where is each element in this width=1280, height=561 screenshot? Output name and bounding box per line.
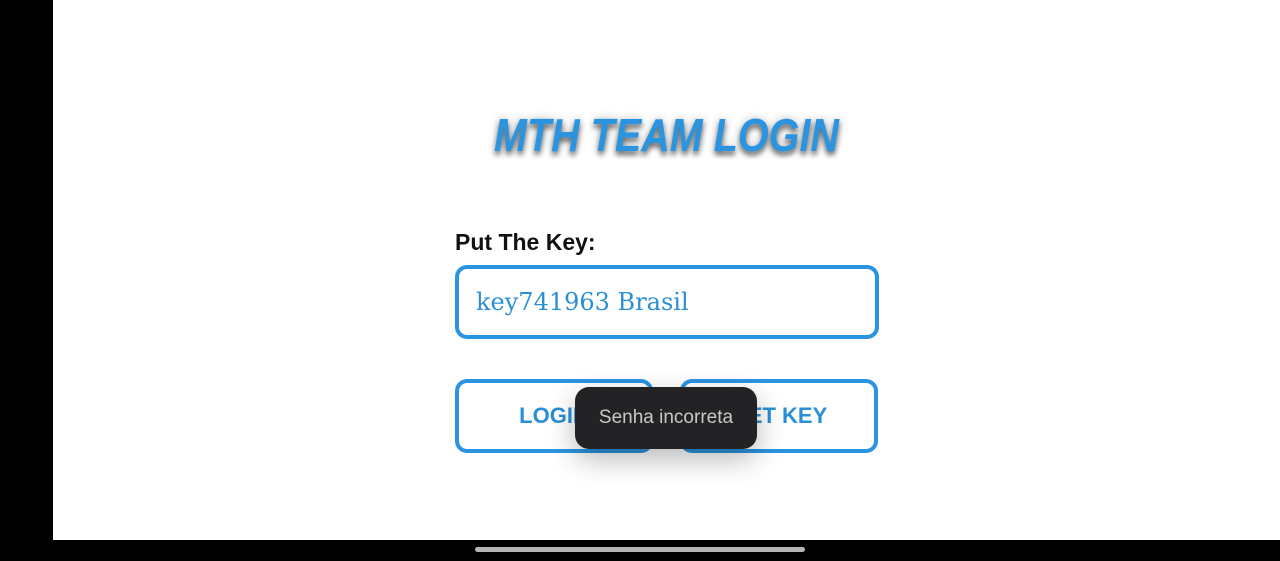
key-label: Put The Key: bbox=[455, 229, 596, 255]
key-input-value: key741963 Brasil bbox=[476, 288, 689, 316]
device-screen: MTH TEAM LOGIN Put The Key: key741963 Br… bbox=[0, 0, 1280, 561]
page-title: MTH TEAM LOGIN bbox=[493, 109, 840, 161]
left-black-bar bbox=[0, 0, 53, 540]
key-input[interactable]: key741963 Brasil bbox=[455, 265, 879, 339]
toast-message: Senha incorreta bbox=[575, 387, 757, 449]
home-gesture-handle-icon[interactable] bbox=[475, 547, 805, 552]
login-screen: MTH TEAM LOGIN Put The Key: key741963 Br… bbox=[53, 0, 1280, 540]
